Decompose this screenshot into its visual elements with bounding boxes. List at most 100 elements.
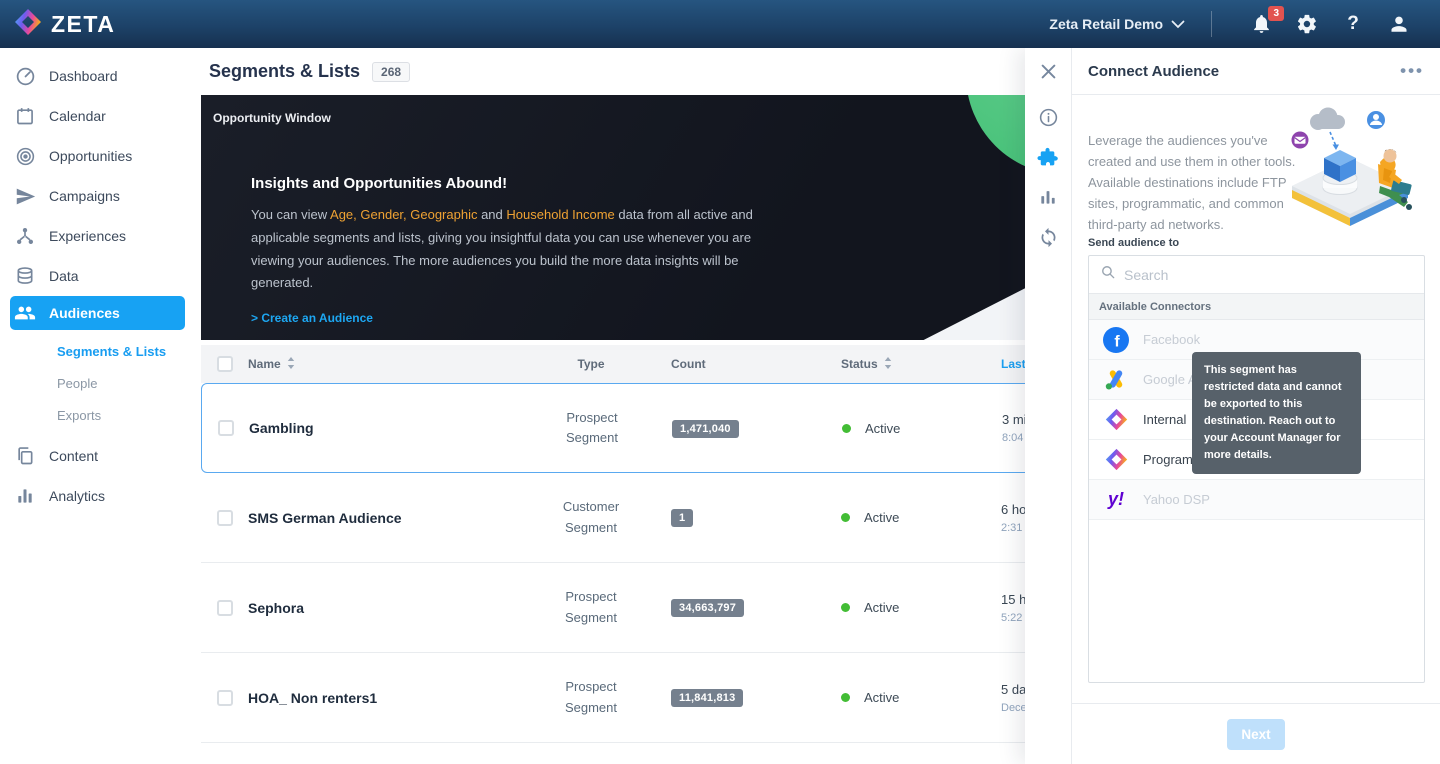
google-ads-icon [1103, 367, 1129, 393]
panel-description: Leverage the audiences you've created an… [1088, 130, 1300, 235]
connector-label: Facebook [1143, 332, 1200, 347]
sync-icon[interactable] [1036, 225, 1060, 249]
banner-green-circle [966, 95, 1031, 175]
navbar-right: Zeta Retail Demo 3 ? [1049, 11, 1440, 37]
row-checkbox[interactable] [217, 600, 233, 616]
column-header-count[interactable]: Count [671, 357, 706, 371]
segment-name[interactable]: HOA_ Non renters1 [248, 690, 377, 706]
brand-text: ZETA [51, 11, 115, 38]
segment-type: Customer Segment [538, 497, 644, 537]
sidebar-item-calendar[interactable]: Calendar [0, 96, 195, 136]
page-header: Segments & Lists 268 [195, 48, 1025, 95]
zeta-logo[interactable]: ZETA [0, 8, 115, 41]
status-dot [841, 693, 850, 702]
segment-type: Prospect Segment [538, 677, 644, 717]
panel-footer: Next [1072, 703, 1440, 764]
calendar-icon [13, 104, 37, 128]
sidebar-item-label: Calendar [49, 108, 106, 124]
notification-badge: 3 [1268, 6, 1284, 21]
count-badge: 34,663,797 [671, 599, 744, 617]
count-badge: 1 [671, 509, 693, 527]
connector-list-header: Available Connectors [1089, 293, 1424, 320]
segment-name[interactable]: SMS German Audience [248, 510, 402, 526]
chevron-down-icon [1171, 16, 1185, 32]
table-row[interactable]: Gambling Prospect Segment 1,471,040 Acti… [201, 383, 1161, 473]
sidebar-item-label: Analytics [49, 488, 105, 504]
facebook-icon: f [1103, 327, 1129, 353]
info-icon[interactable] [1036, 105, 1060, 129]
sidebar-item-analytics[interactable]: Analytics [0, 476, 195, 516]
status-dot [841, 603, 850, 612]
segment-name[interactable]: Sephora [248, 600, 304, 616]
banner-heading: Insights and Opportunities Abound! [251, 175, 771, 192]
search-icon [1101, 265, 1115, 284]
segment-name[interactable]: Gambling [249, 420, 314, 436]
highlight-income: Household Income [506, 207, 614, 222]
target-icon [13, 144, 37, 168]
connector-row-yahoo-dsp: y! Yahoo DSP [1089, 480, 1424, 520]
puzzle-icon[interactable] [1036, 145, 1060, 169]
zeta-diamond-icon [1103, 447, 1129, 473]
select-all-checkbox[interactable] [217, 356, 233, 372]
sidebar-item-opportunities[interactable]: Opportunities [0, 136, 195, 176]
sidebar-item-experiences[interactable]: Experiences [0, 216, 195, 256]
status-label: Active [865, 421, 900, 436]
sidebar-item-audiences[interactable]: Audiences [10, 296, 185, 330]
gear-icon [1296, 13, 1318, 35]
main-content: Segments & Lists 268 Opportunity Window … [195, 48, 1025, 764]
audiences-subnav: Segments & Lists People Exports [0, 335, 195, 431]
next-button[interactable]: Next [1227, 719, 1285, 750]
search-input[interactable] [1124, 267, 1374, 283]
help-button[interactable]: ? [1341, 12, 1365, 36]
banner-content: Insights and Opportunities Abound! You c… [251, 175, 771, 327]
count-badge: 1,471,040 [672, 420, 739, 438]
status-label: Active [864, 510, 899, 525]
sidebar-subitem-exports[interactable]: Exports [0, 399, 195, 431]
notifications-button[interactable]: 3 [1249, 12, 1273, 36]
connector-label: Internal [1143, 412, 1186, 427]
profile-button[interactable] [1387, 12, 1411, 36]
status-dot [842, 424, 851, 433]
connector-search[interactable] [1089, 256, 1424, 293]
column-header-status[interactable]: Status [841, 357, 878, 371]
sidebar-item-content[interactable]: Content [0, 436, 195, 476]
page-title: Segments & Lists [209, 61, 360, 82]
close-icon[interactable] [1025, 48, 1071, 95]
sidebar-item-data[interactable]: Data [0, 256, 195, 296]
sidebar-subitem-segments-lists[interactable]: Segments & Lists [0, 335, 195, 367]
settings-button[interactable] [1295, 12, 1319, 36]
segments-table: Name Type Count Status Last Mo Gambling … [201, 345, 1025, 743]
opportunity-banner: Opportunity Window Insights and Opportun… [201, 95, 1031, 340]
table-row[interactable]: HOA_ Non renters1 Prospect Segment 11,84… [201, 653, 1161, 743]
restricted-data-tooltip: This segment has restricted data and can… [1192, 352, 1361, 474]
row-checkbox[interactable] [217, 510, 233, 526]
sort-icon[interactable] [884, 357, 892, 372]
gauge-icon [13, 64, 37, 88]
segment-type: Prospect Segment [539, 408, 645, 448]
column-header-type[interactable]: Type [577, 357, 604, 371]
database-icon [13, 264, 37, 288]
navbar-divider [1211, 11, 1212, 37]
row-checkbox[interactable] [218, 420, 234, 436]
hierarchy-icon [13, 224, 37, 248]
copy-icon [13, 444, 37, 468]
account-name: Zeta Retail Demo [1049, 16, 1163, 32]
table-row[interactable]: SMS German Audience Customer Segment 1 A… [201, 473, 1161, 563]
row-checkbox[interactable] [217, 690, 233, 706]
sidebar-subitem-people[interactable]: People [0, 367, 195, 399]
total-count-badge: 268 [372, 62, 410, 82]
sidebar-item-label: Campaigns [49, 188, 120, 204]
segment-type: Prospect Segment [538, 587, 644, 627]
sidebar-item-campaigns[interactable]: Campaigns [0, 176, 195, 216]
bar-chart-icon[interactable] [1036, 185, 1060, 209]
ellipsis-menu-icon[interactable]: ••• [1400, 66, 1424, 76]
account-switcher[interactable]: Zeta Retail Demo [1049, 16, 1185, 32]
sidebar-item-label: Audiences [49, 305, 120, 321]
sidebar-item-label: Dashboard [49, 68, 118, 84]
table-row[interactable]: Sephora Prospect Segment 34,663,797 Acti… [201, 563, 1161, 653]
sort-icon[interactable] [287, 357, 295, 372]
yahoo-icon: y! [1103, 487, 1129, 513]
sidebar-item-dashboard[interactable]: Dashboard [0, 56, 195, 96]
column-header-name[interactable]: Name [248, 357, 281, 371]
create-audience-link[interactable]: > Create an Audience [251, 311, 373, 325]
